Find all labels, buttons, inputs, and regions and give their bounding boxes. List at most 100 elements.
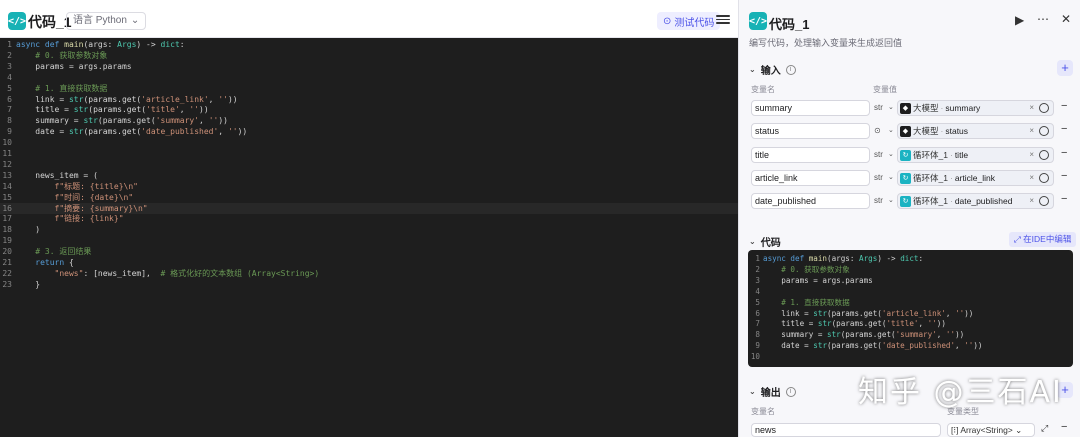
remove-input-icon[interactable]: − xyxy=(1061,100,1067,112)
line-number: 5 xyxy=(7,83,12,93)
menu-icon[interactable] xyxy=(716,13,730,25)
input-type-select[interactable]: str ⌄ xyxy=(874,170,896,186)
code-token: str xyxy=(817,319,832,329)
code-line[interactable]: 7 title = str(params.get('title', '')) xyxy=(748,318,946,329)
code-line[interactable]: 9 date = str(params.get('date_published'… xyxy=(0,126,247,137)
code-line[interactable]: 10 xyxy=(748,351,763,362)
line-number: 6 xyxy=(755,308,760,318)
input-var-name-field[interactable]: article_link xyxy=(751,170,870,186)
code-line[interactable]: 8 summary = str(params.get('summary', ''… xyxy=(748,329,964,340)
code-line[interactable]: 18 ) xyxy=(0,224,40,235)
code-line[interactable]: 5 # 1. 直接获取数据 xyxy=(748,297,849,308)
code-line[interactable]: 6 link = str(params.get('article_link', … xyxy=(0,94,237,105)
code-token: : [news_item], xyxy=(83,268,161,278)
code-line[interactable]: 2 # 0. 获取参数对象 xyxy=(0,50,107,61)
loop-node-icon: ↻ xyxy=(900,195,911,207)
input-var-name-field[interactable]: status xyxy=(751,123,870,139)
test-code-button[interactable]: ⊙ 测试代码 xyxy=(657,12,721,30)
code-token: f"时间: {date}\n" xyxy=(16,192,134,202)
code-line[interactable]: 3 params = args.params xyxy=(748,275,872,286)
code-token: , xyxy=(936,330,946,340)
code-token: Args xyxy=(859,254,878,263)
info-icon: i xyxy=(785,64,796,75)
input-type-select[interactable]: str ⌄ xyxy=(874,100,896,116)
language-select[interactable]: 语言 Python ⌄ xyxy=(66,12,147,30)
clear-icon[interactable]: × xyxy=(1029,194,1034,208)
clear-icon[interactable]: × xyxy=(1029,171,1034,185)
code-line[interactable]: 7 title = str(params.get('title', '')) xyxy=(0,104,209,115)
clear-icon[interactable]: × xyxy=(1029,101,1034,115)
code-line[interactable]: 1 async def main(args: Args) -> dict: xyxy=(0,39,184,50)
expand-icon: ⤢ xyxy=(1014,234,1024,244)
code-line[interactable]: 8 summary = str(params.get('summary', ''… xyxy=(0,115,228,126)
output-section-header[interactable]: ⌄ 输出 i xyxy=(749,384,796,399)
code-line[interactable]: 22 "news": [news_item], # 格式化好的文本数组 (Arr… xyxy=(0,268,319,279)
target-icon[interactable] xyxy=(1039,196,1049,206)
input-reference-field[interactable]: ◆ 大模型 · summary × xyxy=(897,100,1054,116)
remove-input-icon[interactable]: − xyxy=(1061,170,1067,182)
code-token: dict xyxy=(900,254,919,263)
col-out-name: 变量名 xyxy=(751,407,775,416)
code-section-header[interactable]: ⌄ 代码 xyxy=(749,234,781,249)
input-var-name-field[interactable]: date_published xyxy=(751,193,870,209)
clear-icon[interactable]: × xyxy=(1029,124,1034,138)
remove-input-icon[interactable]: − xyxy=(1061,147,1067,159)
target-icon[interactable] xyxy=(1039,173,1049,183)
code-line[interactable]: 3 params = args.params xyxy=(0,61,131,72)
input-var-name-field[interactable]: summary xyxy=(751,100,870,116)
target-icon[interactable] xyxy=(1039,126,1049,136)
code-line[interactable]: 1 async def main(args: Args) -> dict: xyxy=(748,253,923,264)
add-input-button[interactable]: + xyxy=(1057,60,1073,76)
code-line[interactable]: 17 f"链接: {link}" xyxy=(0,213,123,224)
code-line[interactable]: 15 f"时间: {date}\n" xyxy=(0,192,133,203)
input-type-select[interactable]: str ⌄ xyxy=(874,193,896,209)
code-line[interactable]: 19 xyxy=(0,235,16,246)
output-type-select[interactable]: [⁝] Array<String> ⌄ xyxy=(947,423,1035,437)
input-section-header[interactable]: ⌄ 输入 i xyxy=(749,62,796,77)
line-number: 14 xyxy=(2,181,12,191)
code-token: # 1. 直接获取数据 xyxy=(16,83,108,93)
code-line[interactable]: 21 return { xyxy=(0,257,73,268)
target-icon[interactable] xyxy=(1039,103,1049,113)
input-reference-field[interactable]: ◆ 大模型 · status × xyxy=(897,123,1054,139)
code-line[interactable]: 2 # 0. 获取参数对象 xyxy=(748,264,849,275)
output-name-field[interactable]: news xyxy=(751,423,941,437)
input-reference-field[interactable]: ↻ 循环体_1 · date_published × xyxy=(897,193,1054,209)
code-token: str xyxy=(68,94,84,104)
input-reference-field[interactable]: ↻ 循环体_1 · title × xyxy=(897,147,1054,163)
code-line[interactable]: 4 xyxy=(748,286,763,297)
code-line[interactable]: 16 f"摘要: {summary}\n" xyxy=(0,202,738,214)
code-line[interactable]: 9 date = str(params.get('date_published'… xyxy=(748,340,982,351)
target-icon[interactable] xyxy=(1039,150,1049,160)
more-icon[interactable]: ⋯ xyxy=(1037,12,1049,26)
code-line[interactable]: 11 xyxy=(0,148,16,159)
code-line[interactable]: 4 xyxy=(0,72,16,83)
code-line[interactable]: 12 xyxy=(0,159,16,170)
input-var-name-field[interactable]: title xyxy=(751,147,870,163)
code-token: (params.get( xyxy=(840,330,896,340)
col-var-name: 变量名 xyxy=(751,85,775,94)
remove-output-icon[interactable]: − xyxy=(1061,421,1067,433)
close-icon[interactable]: ✕ xyxy=(1061,12,1071,26)
code-line[interactable]: 20 # 3. 返回结果 xyxy=(0,246,91,257)
code-preview[interactable]: 1 async def main(args: Args) -> dict: 2 # … xyxy=(748,250,1073,367)
code-line[interactable]: 13 news_item = ( xyxy=(0,170,98,181)
run-icon[interactable]: ▶ xyxy=(1015,13,1024,27)
code-line[interactable]: 14 f"标题: {title}\n" xyxy=(0,181,138,192)
code-line[interactable]: 23 } xyxy=(0,279,40,290)
remove-input-icon[interactable]: − xyxy=(1061,123,1067,135)
code-editor[interactable]: 1 async def main(args: Args) -> dict: 2 # … xyxy=(0,38,738,437)
code-line[interactable]: 5 # 1. 直接获取数据 xyxy=(0,83,107,94)
input-reference-field[interactable]: ↻ 循环体_1 · article_link × xyxy=(897,170,1054,186)
input-type-select[interactable]: str ⌄ xyxy=(874,147,896,163)
input-type-select[interactable]: ⊙ ⌄ xyxy=(874,123,896,139)
code-line[interactable]: 6 link = str(params.get('article_link', … xyxy=(748,308,973,319)
code-token: } xyxy=(16,279,41,289)
remove-input-icon[interactable]: − xyxy=(1061,193,1067,205)
code-line[interactable]: 10 xyxy=(0,137,16,148)
edit-in-ide-button[interactable]: ⤢ 在IDE中编辑 xyxy=(1009,232,1077,247)
code-token: , xyxy=(208,94,219,104)
line-number: 6 xyxy=(7,94,12,104)
expand-icon[interactable]: ⤢ xyxy=(1041,423,1048,434)
clear-icon[interactable]: × xyxy=(1029,148,1034,162)
